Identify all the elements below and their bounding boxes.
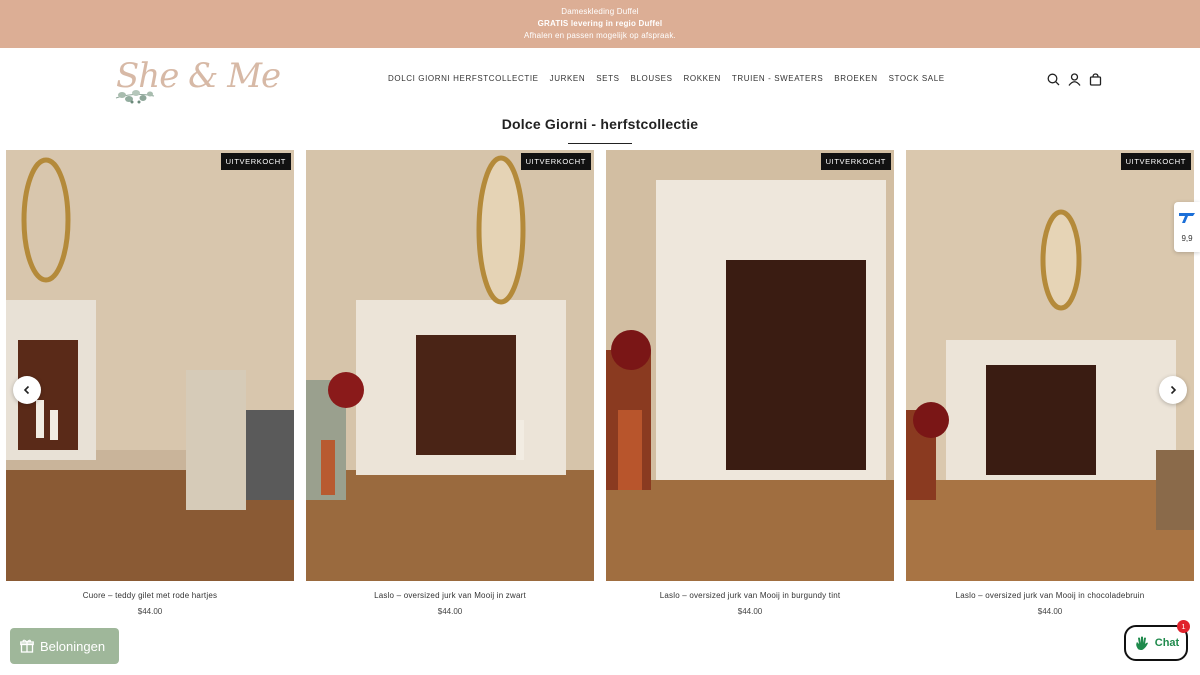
waving-hand-icon bbox=[1135, 636, 1148, 650]
chat-label: Chat bbox=[1154, 637, 1180, 649]
product-price: $44.00 bbox=[737, 607, 763, 616]
rewards-button[interactable]: Beloningen bbox=[10, 628, 119, 664]
title-underline bbox=[568, 143, 632, 144]
product-card[interactable]: UITVERKOCHT Laslo – oversized jurk van M… bbox=[906, 150, 1194, 620]
collection-title: Dolce Giorni - herfstcollectie bbox=[501, 116, 699, 132]
carousel-prev-button[interactable] bbox=[13, 376, 41, 404]
search-icon[interactable] bbox=[1046, 72, 1061, 87]
product-card[interactable]: UITVERKOCHT Laslo – oversized jurk van M… bbox=[306, 150, 594, 620]
product-image[interactable]: UITVERKOCHT bbox=[906, 150, 1194, 581]
nav-item-stock-sale[interactable]: STOCK SALE bbox=[889, 74, 945, 83]
main-navigation: DOLCI GIORNI HERFSTCOLLECTIE JURKEN SETS… bbox=[388, 74, 956, 83]
sold-out-badge: UITVERKOCHT bbox=[520, 153, 591, 170]
site-header: She & Me DOLCI GIORNI HERFSTCOLLECTIE JU… bbox=[0, 48, 1200, 110]
announcement-line-3: Afhalen en passen mogelijk op afspraak. bbox=[524, 31, 676, 40]
header-actions bbox=[1046, 72, 1103, 87]
review-score-badge[interactable]: 9,9 bbox=[1174, 202, 1200, 252]
review-score: 9,9 bbox=[1181, 234, 1193, 243]
product-price: $44.00 bbox=[1037, 607, 1063, 616]
product-image[interactable]: UITVERKOCHT bbox=[6, 150, 294, 581]
review-logo-icon bbox=[1179, 213, 1195, 223]
nav-item-blouses[interactable]: BLOUSES bbox=[631, 74, 673, 83]
chevron-right-icon bbox=[1170, 385, 1177, 395]
sold-out-badge: UITVERKOCHT bbox=[820, 153, 891, 170]
sold-out-badge: UITVERKOCHT bbox=[220, 153, 291, 170]
nav-item-sets[interactable]: SETS bbox=[596, 74, 619, 83]
product-name[interactable]: Laslo – oversized jurk van Mooij in choc… bbox=[906, 591, 1194, 600]
product-price: $44.00 bbox=[437, 607, 463, 616]
eucalyptus-leaves-icon bbox=[115, 90, 155, 104]
sold-out-badge: UITVERKOCHT bbox=[1120, 153, 1191, 170]
nav-item-dolci-giorni[interactable]: DOLCI GIORNI HERFSTCOLLECTIE bbox=[388, 74, 539, 83]
rewards-label: Beloningen bbox=[40, 638, 106, 654]
product-name[interactable]: Cuore – teddy gilet met rode hartjes bbox=[6, 591, 294, 600]
product-name[interactable]: Laslo – oversized jurk van Mooij in zwar… bbox=[306, 591, 594, 600]
cart-icon[interactable] bbox=[1088, 72, 1103, 87]
nav-item-jurken[interactable]: JURKEN bbox=[550, 74, 586, 83]
nav-item-truien-sweaters[interactable]: TRUIEN - SWEATERS bbox=[732, 74, 823, 83]
product-image[interactable]: UITVERKOCHT bbox=[306, 150, 594, 581]
store-logo[interactable]: She & Me bbox=[110, 54, 281, 104]
nav-item-broeken[interactable]: BROEKEN bbox=[834, 74, 877, 83]
chat-notification-badge: 1 bbox=[1177, 620, 1190, 633]
chevron-left-icon bbox=[23, 385, 30, 395]
gift-icon bbox=[20, 639, 34, 653]
product-name[interactable]: Laslo – oversized jurk van Mooij in burg… bbox=[606, 591, 894, 600]
nav-item-rokken[interactable]: ROKKEN bbox=[684, 74, 721, 83]
announcement-line-2: GRATIS levering in regio Duffel bbox=[537, 19, 663, 28]
carousel-next-button[interactable] bbox=[1159, 376, 1187, 404]
product-image[interactable]: UITVERKOCHT bbox=[606, 150, 894, 581]
product-card[interactable]: UITVERKOCHT Cuore – teddy gilet met rode… bbox=[6, 150, 294, 620]
announcement-line-1: Dameskleding Duffel bbox=[561, 7, 639, 16]
announcement-bar: Dameskleding Duffel GRATIS levering in r… bbox=[0, 0, 1200, 48]
product-card[interactable]: UITVERKOCHT Laslo – oversized jurk van M… bbox=[606, 150, 894, 620]
account-icon[interactable] bbox=[1067, 72, 1082, 87]
product-price: $44.00 bbox=[137, 607, 163, 616]
product-carousel: UITVERKOCHT Cuore – teddy gilet met rode… bbox=[6, 150, 1194, 620]
